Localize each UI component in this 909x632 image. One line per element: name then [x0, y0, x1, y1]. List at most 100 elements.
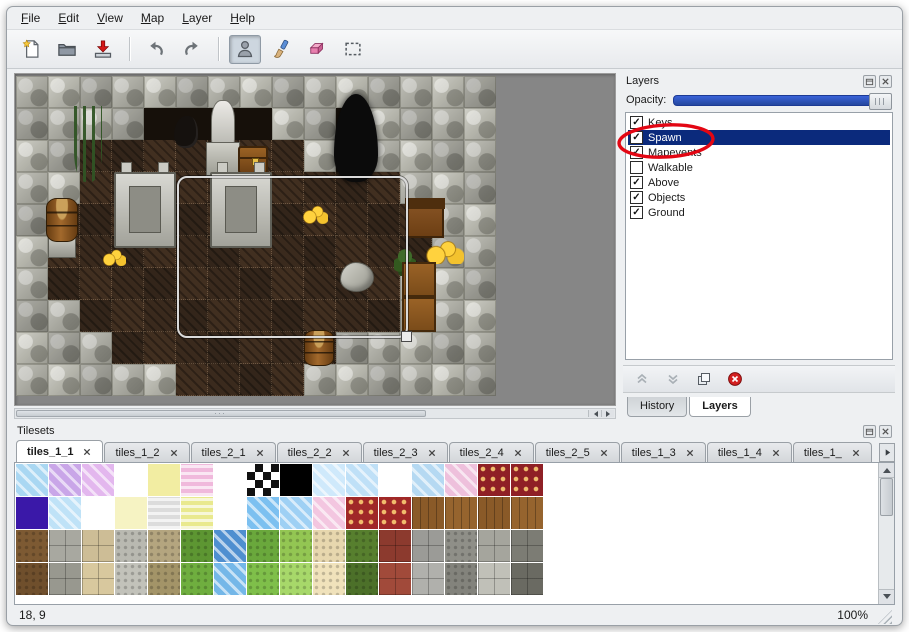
palette-tile[interactable]	[379, 530, 411, 562]
scroll-up-button[interactable]	[879, 463, 894, 478]
palette-tile[interactable]	[478, 530, 510, 562]
palette-tile[interactable]	[181, 563, 213, 595]
layer-row-ground[interactable]: Ground	[628, 205, 890, 220]
layers-float-button[interactable]	[863, 75, 876, 88]
tileset-tab-tiles_1[interactable]: tiles_1_	[793, 442, 872, 463]
tileset-tab-tiles_2_4[interactable]: tiles_2_4	[449, 442, 534, 463]
palette-tile[interactable]	[148, 464, 180, 496]
palette-tile[interactable]	[115, 530, 147, 562]
layer-visibility-checkbox[interactable]	[630, 176, 643, 189]
palette-tile[interactable]	[412, 563, 444, 595]
tab-close-button[interactable]	[80, 445, 94, 459]
palette-tile[interactable]	[511, 530, 543, 562]
tab-close-button[interactable]	[253, 446, 267, 460]
layer-visibility-checkbox[interactable]	[630, 161, 643, 174]
map-horizontal-scrollbar[interactable]	[14, 408, 616, 419]
layer-move-up-button[interactable]	[631, 369, 653, 389]
layer-visibility-checkbox[interactable]	[630, 206, 643, 219]
palette-tile[interactable]	[313, 497, 345, 529]
tab-close-button[interactable]	[597, 446, 611, 460]
palette-tile[interactable]	[115, 497, 147, 529]
palette-tile[interactable]	[412, 497, 444, 529]
palette-tile[interactable]	[379, 563, 411, 595]
palette-tile[interactable]	[412, 464, 444, 496]
palette-tile[interactable]	[511, 563, 543, 595]
palette-tile[interactable]	[247, 497, 279, 529]
layer-visibility-checkbox[interactable]	[630, 131, 643, 144]
palette-tile[interactable]	[445, 497, 477, 529]
menu-view[interactable]: View	[89, 9, 131, 27]
palette-tile[interactable]	[148, 563, 180, 595]
palette-tile[interactable]	[181, 497, 213, 529]
palette-tile[interactable]	[247, 563, 279, 595]
palette-tile[interactable]	[181, 530, 213, 562]
layer-row-walkable[interactable]: Walkable	[628, 160, 890, 175]
palette-tile[interactable]	[346, 530, 378, 562]
palette-tile[interactable]	[412, 530, 444, 562]
map-canvas[interactable]	[14, 73, 616, 406]
palette-tile[interactable]	[313, 464, 345, 496]
tileset-tab-tiles_2_2[interactable]: tiles_2_2	[277, 442, 362, 463]
menu-map[interactable]: Map	[133, 9, 172, 27]
layer-row-objects[interactable]: Objects	[628, 190, 890, 205]
palette-tile[interactable]	[478, 497, 510, 529]
palette-tile[interactable]	[148, 530, 180, 562]
palette-tile[interactable]	[214, 563, 246, 595]
brush-tool-button[interactable]	[265, 35, 297, 64]
tab-close-button[interactable]	[511, 446, 525, 460]
palette-tile[interactable]	[379, 497, 411, 529]
layer-visibility-checkbox[interactable]	[630, 116, 643, 129]
open-button[interactable]	[51, 35, 83, 64]
tileset-tab-tiles_2_1[interactable]: tiles_2_1	[191, 442, 276, 463]
palette-tile[interactable]	[445, 563, 477, 595]
palette-tile[interactable]	[16, 563, 48, 595]
selection-resize-handle[interactable]	[401, 331, 412, 342]
tile-map[interactable]	[16, 76, 496, 396]
palette-tile[interactable]	[115, 464, 147, 496]
palette-tile[interactable]	[49, 530, 81, 562]
tab-close-button[interactable]	[683, 446, 697, 460]
palette-tile[interactable]	[16, 530, 48, 562]
layer-visibility-checkbox[interactable]	[630, 191, 643, 204]
palette-tile[interactable]	[280, 530, 312, 562]
tilesets-close-button[interactable]	[879, 425, 892, 438]
palette-tile[interactable]	[379, 464, 411, 496]
panel-tab-history[interactable]: History	[627, 397, 687, 417]
palette-tile[interactable]	[280, 563, 312, 595]
palette-tile[interactable]	[214, 497, 246, 529]
scroll-down-button[interactable]	[879, 589, 894, 604]
opacity-slider-handle[interactable]	[869, 93, 892, 110]
palette-tile[interactable]	[280, 497, 312, 529]
panel-tab-layers[interactable]: Layers	[689, 397, 750, 417]
eraser-tool-button[interactable]	[301, 35, 333, 64]
palette-tile[interactable]	[445, 530, 477, 562]
palette-tile[interactable]	[181, 464, 213, 496]
palette-tile[interactable]	[16, 464, 48, 496]
tileset-tab-tiles_1_2[interactable]: tiles_1_2	[104, 442, 189, 463]
palette-tile[interactable]	[511, 497, 543, 529]
menu-file[interactable]: File	[13, 9, 48, 27]
palette-tile[interactable]	[478, 563, 510, 595]
palette-tile[interactable]	[511, 464, 543, 496]
layer-row-mapevents[interactable]: Mapevents	[628, 145, 890, 160]
palette-tile[interactable]	[148, 497, 180, 529]
opacity-slider[interactable]	[673, 95, 892, 106]
selection-rectangle[interactable]	[177, 176, 408, 338]
palette-tile[interactable]	[82, 530, 114, 562]
palette-tile[interactable]	[49, 563, 81, 595]
palette-tile[interactable]	[16, 497, 48, 529]
spawn-tool-button[interactable]	[229, 35, 261, 64]
palette-tile[interactable]	[247, 530, 279, 562]
palette-tile[interactable]	[313, 530, 345, 562]
palette-tile[interactable]	[214, 530, 246, 562]
scroll-right-button[interactable]	[601, 410, 614, 417]
layer-row-keys[interactable]: Keys	[628, 115, 890, 130]
horizontal-scrollbar-thumb[interactable]	[16, 410, 426, 417]
palette-tile[interactable]	[445, 464, 477, 496]
layer-duplicate-button[interactable]	[693, 369, 715, 389]
tab-scroll-right-button[interactable]	[879, 443, 895, 462]
select-tool-button[interactable]	[337, 35, 369, 64]
layer-row-above[interactable]: Above	[628, 175, 890, 190]
palette-tile[interactable]	[247, 464, 279, 496]
undo-button[interactable]	[140, 35, 172, 64]
